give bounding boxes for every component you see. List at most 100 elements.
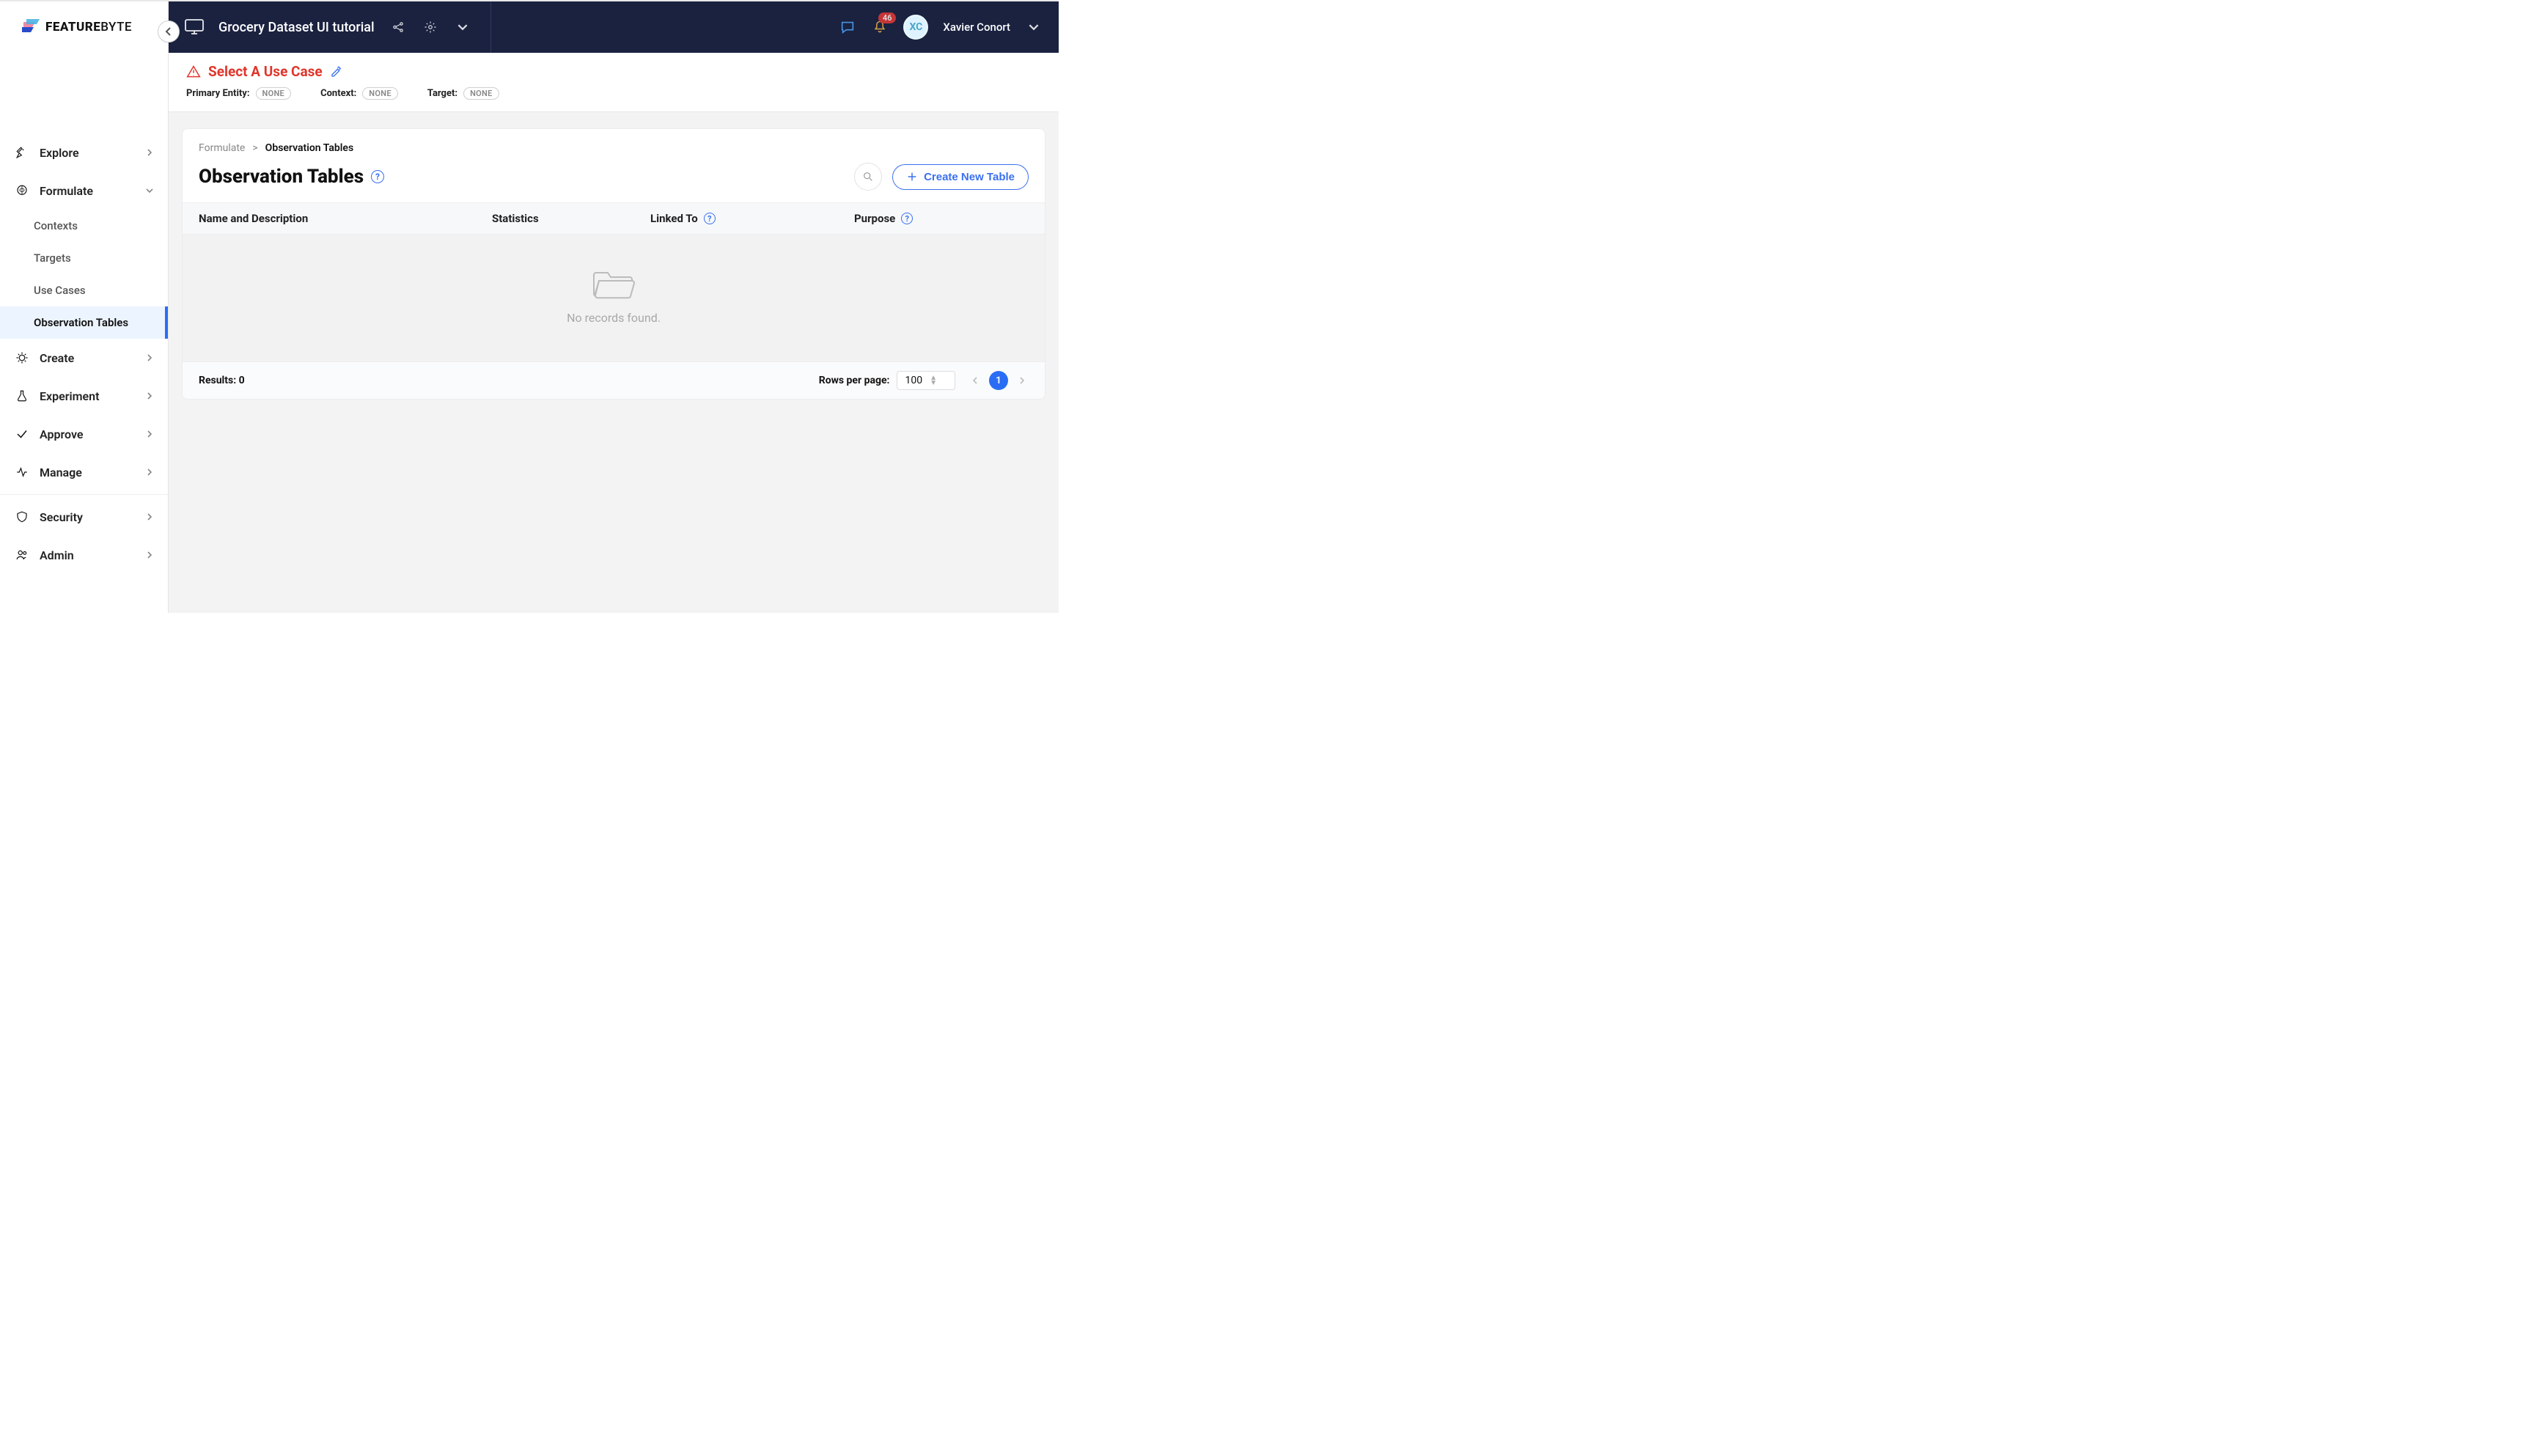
sidebar-item-label: Contexts [34, 219, 78, 232]
col-stats[interactable]: Statistics [492, 212, 650, 225]
sidebar-item-label: Approve [40, 427, 83, 441]
none-chip: NONE [362, 87, 398, 100]
content-card: Formulate > Observation Tables Observati… [182, 128, 1045, 400]
sidebar-item-formulate[interactable]: Formulate [0, 172, 168, 210]
edit-usecase-button[interactable] [330, 65, 343, 78]
empty-message: No records found. [567, 311, 661, 325]
sidebar-item-experiment[interactable]: Experiment [0, 377, 168, 415]
rows-per-page-select[interactable]: 100 ▲▼ [897, 371, 955, 390]
explore-icon [15, 146, 29, 159]
page-number[interactable]: 1 [989, 371, 1008, 390]
chat-icon [839, 19, 856, 35]
page-prev-button[interactable] [969, 374, 982, 387]
chevron-right-icon [146, 430, 153, 438]
formulate-icon [15, 184, 29, 197]
help-icon[interactable]: ? [371, 170, 384, 183]
sidebar-item-label: Manage [40, 466, 82, 479]
breadcrumb-parent[interactable]: Formulate [199, 142, 245, 154]
context-meta: Context: NONE [320, 87, 398, 100]
breadcrumb: Formulate > Observation Tables [199, 142, 353, 154]
page-title: Observation Tables [199, 166, 364, 188]
rows-per-page-label: Rows per page: [819, 375, 890, 386]
header: Grocery Dataset UI tutorial 46 XC Xavier… [169, 1, 1059, 53]
sidebar-item-admin[interactable]: Admin [0, 536, 168, 574]
sidebar-item-targets[interactable]: Targets [0, 242, 168, 274]
main-pane: Grocery Dataset UI tutorial 46 XC Xavier… [169, 1, 1059, 613]
approve-icon [15, 427, 29, 441]
sidebar-item-label: Explore [40, 146, 79, 160]
avatar[interactable]: XC [903, 15, 928, 40]
chevron-right-icon [1018, 377, 1026, 384]
shield-icon [15, 510, 29, 523]
sidebar: FEATUREBYTE Explore Formulate Contexts [0, 1, 169, 613]
sidebar-item-manage[interactable]: Manage [0, 453, 168, 491]
primary-entity-meta: Primary Entity: NONE [186, 87, 291, 100]
sidebar-item-security[interactable]: Security [0, 498, 168, 536]
admin-icon [15, 548, 29, 562]
breadcrumb-current: Observation Tables [265, 142, 353, 154]
create-icon [15, 351, 29, 364]
page-next-button[interactable] [1015, 374, 1029, 387]
sidebar-item-label: Create [40, 351, 74, 365]
sidebar-item-create[interactable]: Create [0, 339, 168, 377]
chevron-right-icon [146, 551, 153, 559]
sidebar-item-explore[interactable]: Explore [0, 133, 168, 172]
share-button[interactable] [389, 18, 407, 36]
sidebar-nav: Explore Formulate Contexts Targets Use C… [0, 53, 168, 574]
sidebar-item-label: Use Cases [34, 284, 86, 297]
sort-icon: ▲▼ [930, 375, 937, 386]
folder-open-icon [592, 264, 636, 299]
sidebar-item-approve[interactable]: Approve [0, 415, 168, 453]
chevron-right-icon [146, 513, 153, 521]
edit-icon [330, 65, 343, 78]
chevron-left-icon [164, 27, 173, 36]
settings-button[interactable] [422, 18, 439, 36]
help-icon[interactable]: ? [901, 213, 913, 224]
sidebar-divider [0, 494, 168, 495]
sidebar-item-label: Security [40, 510, 83, 524]
experiment-icon [15, 389, 29, 402]
plus-icon [906, 171, 918, 183]
sidebar-item-label: Targets [34, 251, 71, 265]
col-linked[interactable]: Linked To ? [650, 212, 854, 225]
table-footer: Results: 0 Rows per page: 100 ▲▼ 1 [183, 361, 1045, 399]
empty-state: No records found. [183, 235, 1045, 361]
search-button[interactable] [854, 163, 882, 191]
warning-icon [186, 65, 201, 79]
chevron-left-icon [971, 377, 979, 384]
project-menu-button[interactable] [454, 18, 471, 36]
help-icon[interactable]: ? [704, 213, 716, 224]
col-purpose[interactable]: Purpose ? [854, 212, 1029, 225]
header-divider [490, 1, 491, 53]
usecase-title: Select A Use Case [208, 63, 323, 80]
results-count: Results: 0 [199, 375, 245, 386]
user-menu-button[interactable] [1025, 18, 1043, 36]
chevron-right-icon [146, 354, 153, 361]
table-header-row: Name and Description Statistics Linked T… [183, 202, 1045, 235]
none-chip: NONE [256, 87, 292, 100]
chevron-right-icon [146, 468, 153, 476]
chevron-down-icon [457, 22, 468, 32]
sidebar-item-label: Observation Tables [34, 316, 128, 329]
sidebar-item-label: Admin [40, 548, 74, 562]
chat-button[interactable] [839, 18, 856, 36]
brand-text: FEATUREBYTE [45, 20, 132, 34]
gear-icon [424, 21, 437, 34]
sidebar-item-observation-tables[interactable]: Observation Tables [0, 306, 168, 339]
sidebar-item-contexts[interactable]: Contexts [0, 210, 168, 242]
manage-icon [15, 466, 29, 479]
monitor-icon [185, 19, 204, 35]
chevron-down-icon [146, 187, 153, 194]
notifications-button[interactable]: 46 [871, 18, 889, 36]
project-title: Grocery Dataset UI tutorial [218, 20, 375, 35]
share-icon [392, 21, 405, 34]
brand-logo[interactable]: FEATUREBYTE [0, 1, 168, 53]
create-new-table-button[interactable]: Create New Table [892, 164, 1029, 190]
none-chip: NONE [463, 87, 499, 100]
col-name[interactable]: Name and Description [199, 212, 492, 225]
chevron-down-icon [1029, 22, 1039, 32]
chevron-right-icon [146, 149, 153, 156]
target-meta: Target: NONE [427, 87, 499, 100]
sidebar-collapse-button[interactable] [158, 21, 180, 43]
sidebar-item-use-cases[interactable]: Use Cases [0, 274, 168, 306]
